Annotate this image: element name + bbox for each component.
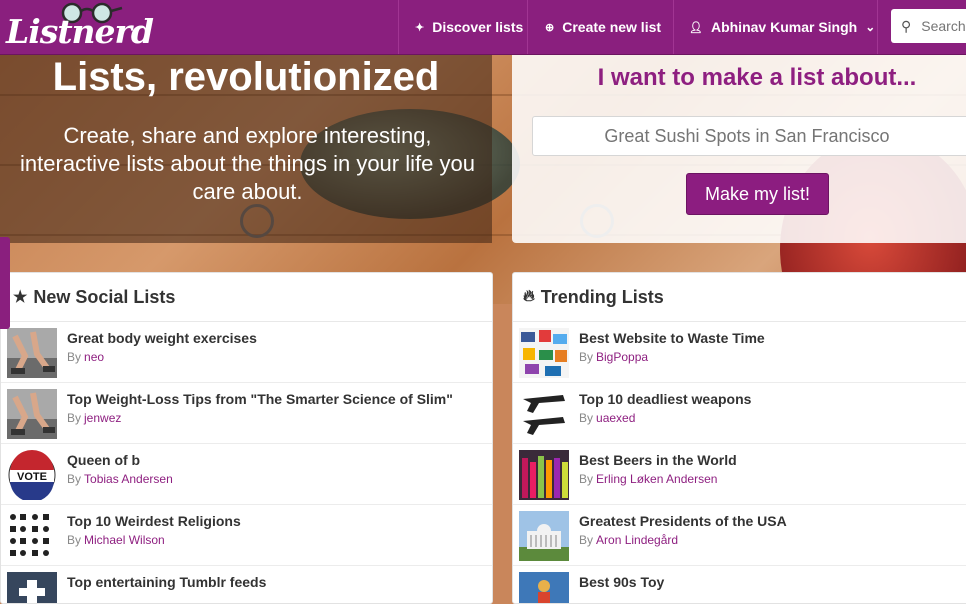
- list-item[interactable]: Greatest Presidents of the USA By Aron Li…: [513, 505, 966, 566]
- list-thumbnail: [519, 450, 569, 500]
- list-thumbnail: [519, 511, 569, 561]
- list-item[interactable]: Top 10 deadliest weapons By uaexed: [513, 383, 966, 444]
- trending-lists-panel: 🔥︎ Trending Lists Best Website to Waste …: [512, 272, 966, 604]
- plus-circle-icon: ⊕: [545, 21, 555, 34]
- list-item[interactable]: Best Beers in the World By Erling Løken A…: [513, 444, 966, 505]
- list-title[interactable]: Top Weight-Loss Tips from "The Smarter S…: [67, 391, 453, 407]
- list-byline: By Erling Løken Andersen: [579, 472, 718, 486]
- author-link[interactable]: Michael Wilson: [84, 533, 165, 547]
- list-byline: By Michael Wilson: [67, 533, 165, 547]
- list-byline: By uaexed: [579, 411, 636, 425]
- list-item[interactable]: VOTE Queen of b By Tobias Andersen: [1, 444, 492, 505]
- list-thumbnail: [7, 328, 57, 378]
- vote-thumb-text: VOTE: [17, 471, 47, 483]
- list-byline: By Tobias Andersen: [67, 472, 173, 486]
- nav-create-new-list[interactable]: ⊕ Create new list: [527, 0, 673, 54]
- list-thumbnail: [7, 511, 57, 561]
- hero-title: Lists, revolutionized: [52, 55, 440, 99]
- list-item[interactable]: Best 90s Toy: [513, 566, 966, 603]
- list-title[interactable]: Top 10 Weirdest Religions: [67, 513, 241, 529]
- author-link[interactable]: Erling Løken Andersen: [596, 472, 717, 486]
- list-thumbnail: [7, 572, 57, 603]
- list-title[interactable]: Best 90s Toy: [579, 574, 664, 590]
- list-byline: By jenwez: [67, 411, 122, 425]
- list-byline: By Aron Lindegård: [579, 533, 679, 547]
- make-my-list-button[interactable]: Make my list!: [686, 173, 829, 215]
- list-title[interactable]: Great body weight exercises: [67, 330, 257, 346]
- flame-icon: 🔥︎: [523, 288, 535, 305]
- user-icon: 👤︎: [689, 21, 703, 34]
- author-link[interactable]: jenwez: [84, 411, 121, 425]
- top-navbar: Listnerd ✦ Discover lists ⊕ Create new l…: [0, 0, 966, 55]
- author-link[interactable]: BigPoppa: [596, 350, 648, 364]
- list-item[interactable]: Great body weight exercises By neo: [1, 322, 492, 383]
- create-list-prompt: I want to make a list about...: [597, 64, 917, 91]
- nav-user-label: Abhinav Kumar Singh: [710, 19, 858, 35]
- compass-icon: ✦: [415, 21, 425, 34]
- feedback-side-tab[interactable]: [0, 237, 10, 329]
- nav-discover-label: Discover lists: [432, 19, 524, 35]
- list-byline: By BigPoppa: [579, 350, 649, 364]
- list-title[interactable]: Greatest Presidents of the USA: [579, 513, 787, 529]
- list-title[interactable]: Top entertaining Tumblr feeds: [67, 574, 266, 590]
- chevron-down-icon: ⌄: [865, 20, 876, 34]
- list-thumbnail: [7, 389, 57, 439]
- panel-header: 🔥︎ Trending Lists: [513, 273, 966, 322]
- list-byline: By neo: [67, 350, 105, 364]
- list-item[interactable]: Best Website to Waste Time By BigPoppa: [513, 322, 966, 383]
- panel-header: ★ New Social Lists: [1, 273, 492, 322]
- nav-create-label: Create new list: [562, 19, 662, 35]
- search-input[interactable]: [919, 17, 966, 35]
- author-link[interactable]: uaexed: [596, 411, 635, 425]
- hero-subtitle: Create, share and explore interesting, i…: [20, 123, 475, 204]
- nav-discover-lists[interactable]: ✦ Discover lists: [398, 0, 527, 54]
- search-box[interactable]: ⚲: [891, 9, 966, 43]
- author-link[interactable]: Tobias Andersen: [84, 472, 173, 486]
- list-title[interactable]: Top 10 deadliest weapons: [579, 391, 751, 407]
- list-topic-input[interactable]: [532, 116, 966, 156]
- new-social-lists-panel: ★ New Social Lists Great body weight exe…: [0, 272, 493, 604]
- hero-intro: Lists, revolutionized Create, share and …: [0, 54, 492, 243]
- list-title[interactable]: Best Website to Waste Time: [579, 330, 765, 346]
- listnerd-logo[interactable]: Listnerd: [4, 2, 154, 52]
- list-thumbnail: [519, 328, 569, 378]
- author-link[interactable]: Aron Lindegård: [596, 533, 678, 547]
- list-title[interactable]: Queen of b: [67, 452, 140, 468]
- nav-user-menu[interactable]: 👤︎ Abhinav Kumar Singh ⌄: [673, 0, 878, 54]
- list-thumbnail: [519, 572, 569, 603]
- create-list-box: I want to make a list about... Make my l…: [512, 54, 966, 243]
- list-item[interactable]: Top entertaining Tumblr feeds: [1, 566, 492, 603]
- panel-heading: Trending Lists: [540, 286, 664, 307]
- list-thumbnail: VOTE: [7, 450, 57, 500]
- list-item[interactable]: Top 10 Weirdest Religions By Michael Wils…: [1, 505, 492, 566]
- logo-wordmark: Listnerd: [6, 12, 154, 51]
- list-thumbnail: [519, 389, 569, 439]
- author-link[interactable]: neo: [84, 350, 104, 364]
- list-title[interactable]: Best Beers in the World: [579, 452, 737, 468]
- star-icon: ★: [13, 289, 28, 306]
- search-icon: ⚲: [901, 17, 912, 34]
- panel-heading: New Social Lists: [33, 286, 176, 307]
- list-item[interactable]: Top Weight-Loss Tips from "The Smarter S…: [1, 383, 492, 444]
